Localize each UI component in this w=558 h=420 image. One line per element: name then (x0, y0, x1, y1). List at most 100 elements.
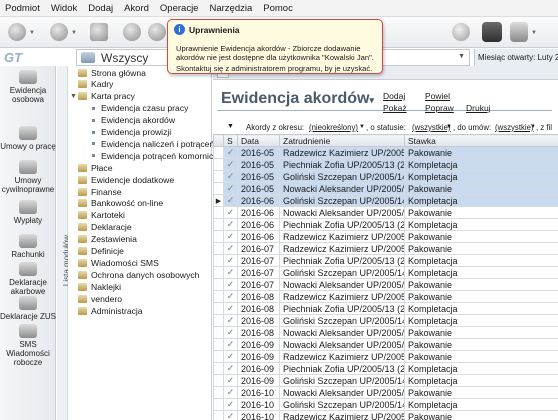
menu-item-4[interactable]: Operacje (160, 3, 199, 14)
menu-item-0[interactable]: Podmiot (5, 3, 40, 14)
tree-item[interactable]: Płace (70, 162, 113, 173)
box-icon[interactable] (482, 22, 502, 42)
tree-item[interactable]: Ewidencja czasu pracy (90, 103, 188, 114)
tree-item[interactable]: Deklaracje (70, 222, 132, 233)
tree-item[interactable]: ▼ Karta pracy (70, 91, 135, 102)
tree-item-label: Bankowość on-line (91, 198, 164, 209)
tree-item-label: Ewidencja potrąceń komorniczych (101, 150, 231, 161)
tree-item[interactable]: Ewidencja prowizji (90, 127, 171, 138)
table-row[interactable]: ✓ 2016-08 Nowacki Aleksander UP/2005/Pakow… (213, 326, 558, 339)
chevron-down-icon[interactable]: ▼ (531, 30, 537, 36)
table-row[interactable]: ✓ 2016-08 Piechniak Zofia UP/2005/13 (2 Kom… (213, 302, 558, 315)
module-4[interactable]: Rachunki (0, 234, 56, 259)
tree-item[interactable]: Ewidencje dodatkowe (70, 174, 174, 185)
tree-item[interactable]: Ewidencja potrąceń komorniczych (90, 150, 231, 161)
check-icon: ✓ (223, 170, 238, 183)
table-row[interactable]: ✓ 2016-05 Goliński Szczepan UP/2005/14 Komp… (213, 170, 558, 183)
cell-date: 2016-09 (237, 374, 280, 387)
table-row[interactable]: ✓ 2016-09 Nowacki Aleksander UP/2005/Pakow… (213, 338, 558, 351)
menu-item-3[interactable]: Akord (124, 3, 149, 14)
column-header-status[interactable]: S (223, 134, 238, 147)
add-link[interactable]: Dodaj (383, 91, 405, 101)
module-0[interactable]: Ewidencja osobowa (0, 70, 56, 104)
cell-date: 2016-08 (237, 326, 280, 339)
table-row[interactable]: ✓ 2016-07 Nowacki Aleksander UP/2005/Pakow… (213, 278, 558, 291)
menu-item-2[interactable]: Dodaj (88, 3, 113, 14)
column-header-date[interactable]: Data (237, 134, 280, 147)
table-row[interactable]: ✓ 2016-07 Piechniak Zofia UP/2005/13 (2 Kom… (213, 254, 558, 267)
contract-filter[interactable]: (wszystkie) (495, 123, 534, 132)
menu-item-1[interactable]: Widok (51, 3, 77, 14)
table-row[interactable]: ✓ 2016-10 Radzewicz Kazimierz UP/2005 Pakow… (213, 410, 558, 420)
modules-list-tab[interactable]: Lista modułów (57, 66, 71, 420)
page-title[interactable]: Ewidencja akordów▾ (221, 90, 374, 108)
show-link[interactable]: Pokaż (383, 103, 407, 113)
forward-icon[interactable] (50, 23, 68, 41)
payments-icon (19, 200, 37, 214)
table-row[interactable]: ✓ 2016-10 Nowacki Aleksander UP/2005/Pakow… (213, 386, 558, 399)
table-row[interactable]: ✓ 2016-10 Goliński Szczepan UP/2005/14 Komp… (213, 398, 558, 411)
tree-item[interactable]: Ewidencja naliczeń i potrąceń (90, 138, 214, 149)
tree-item[interactable]: vendero (70, 293, 122, 304)
cell-date: 2016-06 (237, 230, 280, 243)
module-2[interactable]: Umowy cywilnoprawne (0, 160, 56, 194)
print-link[interactable]: Drukuj (466, 103, 491, 113)
cell-date: 2016-08 (237, 314, 280, 327)
tree-item[interactable]: Bankowość on-line (70, 198, 163, 209)
tree-item[interactable]: Kartoteki (70, 210, 125, 221)
module-5[interactable]: Deklaracje akarbowe (0, 262, 56, 296)
tree-item[interactable]: Kadry (70, 79, 113, 90)
globe-icon[interactable] (452, 23, 470, 41)
row-pointer-icon (213, 302, 224, 315)
module-7[interactable]: SMS Wiadomości robocze (0, 324, 56, 367)
tree-item[interactable]: Wiadomości SMS (70, 257, 159, 268)
tree-item[interactable]: Zestawienia (70, 234, 137, 245)
chevron-down-icon[interactable]: ▼ (29, 30, 35, 36)
chevron-down-icon[interactable]: ▼ (359, 124, 365, 130)
module-1[interactable]: Umowy o pracę (0, 126, 56, 151)
tree-item[interactable]: Ochrona danych osobowych (70, 269, 199, 280)
chevron-down-icon[interactable]: ▼ (446, 124, 452, 130)
refresh-icon[interactable] (123, 23, 141, 41)
back-icon[interactable] (8, 23, 26, 41)
document-icon[interactable] (510, 22, 528, 42)
tree-expander-icon[interactable]: ▼ (70, 93, 77, 100)
menu-item-6[interactable]: Pomoc (263, 3, 293, 14)
table-row[interactable]: ✓ 2016-05 Piechniak Zofia UP/2005/13 (2 Kom… (213, 158, 558, 171)
table-row[interactable]: ✓ 2016-09 Goliński Szczepan UP/2005/14 Komp… (213, 374, 558, 387)
module-6[interactable]: Deklaracje ZUS (0, 296, 56, 321)
copy-icon[interactable] (90, 23, 108, 41)
table-row[interactable]: ✓ 2016-05 Radzewicz Kazimierz UP/2005 Pakow… (213, 146, 558, 159)
column-header-rate[interactable]: Stawka (404, 134, 558, 147)
table-row[interactable]: ✓ 2016-07 Radzewicz Kazimierz UP/2005 Pakow… (213, 242, 558, 255)
check-icon: ✓ (223, 146, 238, 159)
table-row[interactable]: ✓ 2016-08 Goliński Szczepan UP/2005/14 Komp… (213, 314, 558, 327)
table-row[interactable]: ✓ 2016-09 Radzewicz Kazimierz UP/2005 Pakow… (213, 350, 558, 363)
module-3[interactable]: Wypłaty (0, 200, 56, 225)
copy-link[interactable]: Powiel (425, 91, 450, 101)
status-filter[interactable]: (wszystkie) (412, 123, 451, 132)
table-row[interactable]: ✓ 2016-08 Radzewicz Kazimierz UP/2005 Pakow… (213, 290, 558, 303)
tree-item[interactable]: Administracja (70, 305, 143, 316)
chevron-down-icon[interactable]: ▼ (71, 30, 77, 36)
table-row[interactable]: ✓ 2016-06 Radzewicz Kazimierz UP/2005 Pakow… (213, 230, 558, 243)
table-row[interactable]: ✓ 2016-06 Nowacki Aleksander UP/2005/Pakow… (213, 206, 558, 219)
table-row[interactable]: ✓ 2016-06 Piechniak Zofia UP/2005/13 (2 Kom… (213, 218, 558, 231)
tree-item[interactable]: Definicje (70, 246, 124, 257)
table-row[interactable]: ✓ 2016-05 Nowacki Aleksander UP/2005/Pakow… (213, 182, 558, 195)
table-row[interactable]: ▶ ✓ 2016-06 Goliński Szczepan UP/2005/14 Kom… (213, 194, 558, 207)
tools-icon[interactable] (148, 23, 166, 41)
cell-employment: Goliński Szczepan UP/2005/14 (279, 170, 405, 183)
table-row[interactable]: ✓ 2016-09 Piechniak Zofia UP/2005/13 (2 Kom… (213, 362, 558, 375)
filter-toggle-icon[interactable]: ▼ (227, 123, 234, 130)
tree-item[interactable]: Ewidencja akordów (90, 115, 175, 126)
tree-item[interactable]: Strona główna (70, 67, 146, 78)
period-filter[interactable]: (nieokreślony) (309, 123, 358, 132)
tree-item[interactable]: Naklejki (70, 281, 121, 292)
tree-item[interactable]: Finanse (70, 186, 122, 197)
column-header-employment[interactable]: Zatrudnienie (279, 134, 405, 147)
menu-item-5[interactable]: Narzędzia (209, 3, 252, 14)
repeat-link[interactable]: Popraw (425, 103, 454, 113)
check-icon: ✓ (223, 278, 238, 291)
table-row[interactable]: ✓ 2016-07 Goliński Szczepan UP/2005/14 Komp… (213, 266, 558, 279)
